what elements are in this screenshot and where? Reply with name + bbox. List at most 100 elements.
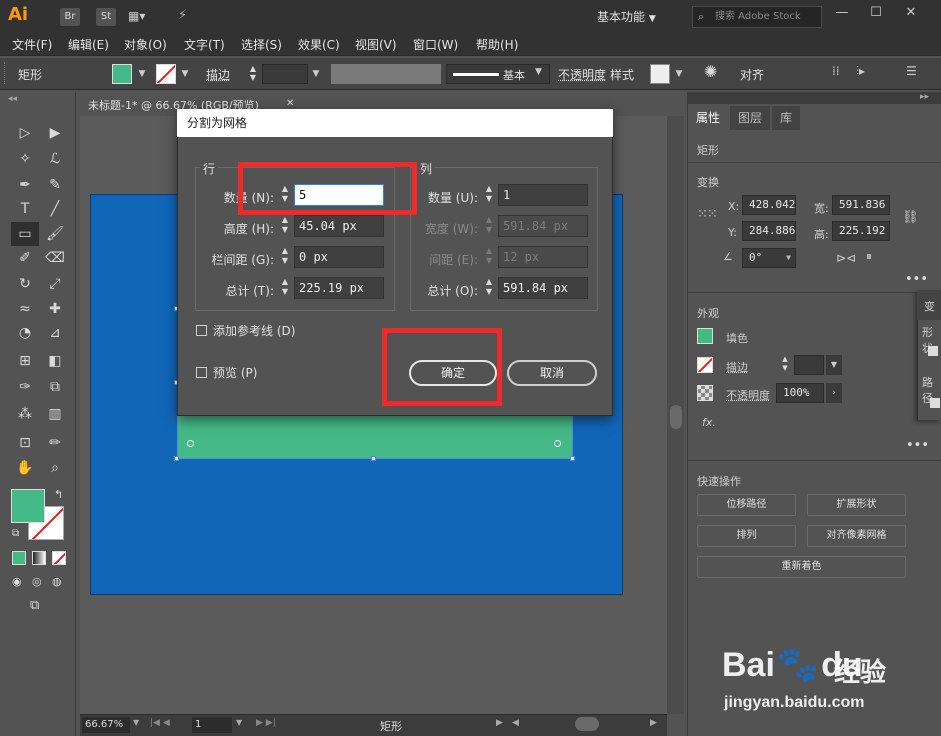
recolor-button[interactable]: 重新着色 [697, 556, 906, 578]
horizontal-scroll-thumb[interactable] [575, 717, 599, 731]
magic-wand-tool-icon[interactable]: ✧ [14, 148, 36, 170]
corner-widget[interactable] [187, 440, 194, 447]
rotate-tool-icon[interactable]: ↻ [14, 273, 36, 295]
mesh-tool-icon[interactable]: ⊞ [14, 350, 36, 372]
shape-mode-icon[interactable] [928, 346, 938, 356]
reference-point-icon[interactable]: ⁙⁙ [697, 207, 718, 222]
fill-swatch[interactable] [697, 328, 713, 344]
puppet-warp-tool-icon[interactable]: ✚ [44, 298, 66, 320]
stroke-weight-stepper[interactable]: ▲ ▼ [778, 355, 792, 375]
expand-shape-button[interactable]: 扩展形状 [807, 494, 906, 516]
fill-color-box[interactable] [11, 489, 45, 523]
opacity-input[interactable]: 100% [776, 383, 824, 403]
menu-help[interactable]: 帮助(H) [476, 36, 518, 54]
tab-libraries[interactable]: 库 [772, 106, 801, 130]
height-input[interactable]: 225.192 [832, 221, 890, 241]
artboard-number-input[interactable]: 1 [192, 717, 232, 733]
paintbrush-tool-icon[interactable]: 🖌 [44, 223, 66, 245]
rows-height-stepper[interactable]: ▲ ▼ [277, 215, 293, 237]
constrain-proportions-icon[interactable]: ⛓ [902, 210, 919, 225]
collapse-panel-icon[interactable]: ◂◂ [8, 94, 17, 104]
isolate-icon[interactable]: ⫶▸ [856, 64, 888, 82]
stock-search-input[interactable]: 搜索 Adobe Stock [692, 6, 822, 28]
pen-tool-icon[interactable]: ✒ [14, 174, 36, 196]
gpu-performance-icon[interactable]: ⚡ [178, 8, 204, 26]
gradient-mode-icon[interactable] [32, 551, 46, 565]
zoom-level-input[interactable]: 66.67% [82, 717, 130, 733]
x-position-input[interactable]: 428.042 [742, 195, 796, 215]
columns-total-stepper[interactable]: ▲ ▼ [481, 277, 497, 299]
selection-handle[interactable] [371, 456, 376, 461]
blend-tool-icon[interactable]: ⧉ [44, 376, 66, 398]
floating-panel-tab[interactable]: 变 [924, 298, 935, 314]
cancel-button[interactable]: 取消 [507, 360, 597, 386]
swap-fill-stroke-icon[interactable]: ↰ [54, 488, 63, 501]
close-window-button[interactable]: ✕ [897, 3, 925, 23]
add-guides-label[interactable]: 添加参考线 (D) [213, 322, 295, 339]
line-tool-icon[interactable]: ╱ [44, 198, 66, 220]
tab-properties[interactable]: 属性 [688, 106, 729, 130]
shaper-tool-icon[interactable]: ✐ [14, 247, 36, 269]
artboard-tool-icon[interactable]: ⊡ [14, 432, 36, 454]
align-label[interactable]: 对齐 [740, 66, 764, 83]
preview-checkbox[interactable] [196, 367, 207, 378]
rows-total-stepper[interactable]: ▲ ▼ [277, 277, 293, 299]
last-artboard-icon[interactable]: ▶ ▶| [256, 718, 276, 728]
draw-normal-icon[interactable]: ◉ [12, 575, 22, 588]
eraser-tool-icon[interactable]: ⌫ [44, 247, 66, 269]
corner-widget[interactable] [554, 440, 561, 447]
variable-width-profile[interactable] [331, 64, 441, 84]
chevron-down-icon[interactable]: ▼ [135, 64, 149, 84]
flip-vertical-icon[interactable]: ⏸ [866, 249, 872, 264]
width-input[interactable]: 591.836 [832, 195, 890, 215]
tab-layers[interactable]: 图层 [730, 106, 771, 130]
minimize-button[interactable]: — [828, 3, 856, 23]
stock-button[interactable]: St [96, 8, 116, 26]
direct-selection-tool-icon[interactable]: ▶ [44, 122, 66, 144]
draw-behind-icon[interactable]: ◎ [32, 575, 42, 588]
more-options-icon[interactable]: ••• [905, 272, 928, 287]
more-options-icon[interactable]: ••• [906, 438, 929, 453]
fill-swatch[interactable] [112, 64, 132, 84]
pathfinder-icon[interactable] [930, 398, 940, 408]
flip-horizontal-icon[interactable]: ⊳⊲ [836, 251, 856, 265]
width-tool-icon[interactable]: ≈ [14, 298, 36, 320]
default-colors-icon[interactable]: ⧉ [12, 528, 19, 539]
workspace-switcher[interactable]: 基本功能 ▼ [597, 6, 685, 28]
stroke-label[interactable]: 描边 [206, 66, 230, 83]
rows-gutter-input[interactable]: 0 px [294, 246, 384, 268]
brush-definition[interactable]: 基本 ▼ [446, 64, 550, 84]
perspective-grid-tool-icon[interactable]: ⊿ [44, 322, 66, 344]
chevron-down-icon[interactable]: ▼ [309, 64, 323, 84]
menu-window[interactable]: 窗口(W) [413, 36, 458, 54]
shape-builder-tool-icon[interactable]: ◔ [14, 322, 36, 344]
eyedropper-tool-icon[interactable]: ✑ [14, 376, 36, 398]
gradient-tool-icon[interactable]: ◧ [44, 350, 66, 372]
stroke-weight-input[interactable] [262, 64, 308, 84]
rows-height-input[interactable]: 45.04 px [294, 215, 384, 237]
y-position-input[interactable]: 284.886 [742, 221, 796, 241]
menu-edit[interactable]: 编辑(E) [68, 36, 109, 54]
lasso-tool-icon[interactable]: ℒ [44, 148, 66, 170]
recolor-artwork-icon[interactable]: ✺ [704, 62, 726, 84]
scroll-left-icon[interactable]: ◀ [512, 718, 519, 728]
menu-file[interactable]: 文件(F) [12, 36, 52, 54]
fx-icon[interactable]: fx. [702, 416, 716, 429]
arrange-documents-icon[interactable]: ▦▾ [128, 9, 160, 25]
chevron-down-icon[interactable]: ▼ [133, 718, 139, 727]
slice-tool-icon[interactable]: ✏ [44, 432, 66, 454]
chevron-down-icon[interactable]: ▼ [672, 64, 686, 84]
rows-total-input[interactable]: 225.19 px [294, 277, 384, 299]
menu-type[interactable]: 文字(T) [184, 36, 225, 54]
maximize-button[interactable]: ☐ [862, 3, 890, 23]
none-mode-icon[interactable] [52, 551, 66, 565]
stroke-weight-stepper[interactable]: ▲ ▼ [246, 64, 260, 84]
menu-object[interactable]: 对象(O) [124, 36, 167, 54]
chevron-down-icon[interactable]: ▼ [236, 718, 242, 727]
chevron-right-icon[interactable]: › [826, 383, 842, 403]
symbol-sprayer-tool-icon[interactable]: ⁂ [14, 403, 36, 425]
close-tab-icon[interactable]: ✕ [286, 98, 294, 109]
selection-handle[interactable] [174, 456, 179, 461]
selection-handle[interactable] [570, 456, 575, 461]
columns-total-input[interactable]: 591.84 px [498, 277, 588, 299]
